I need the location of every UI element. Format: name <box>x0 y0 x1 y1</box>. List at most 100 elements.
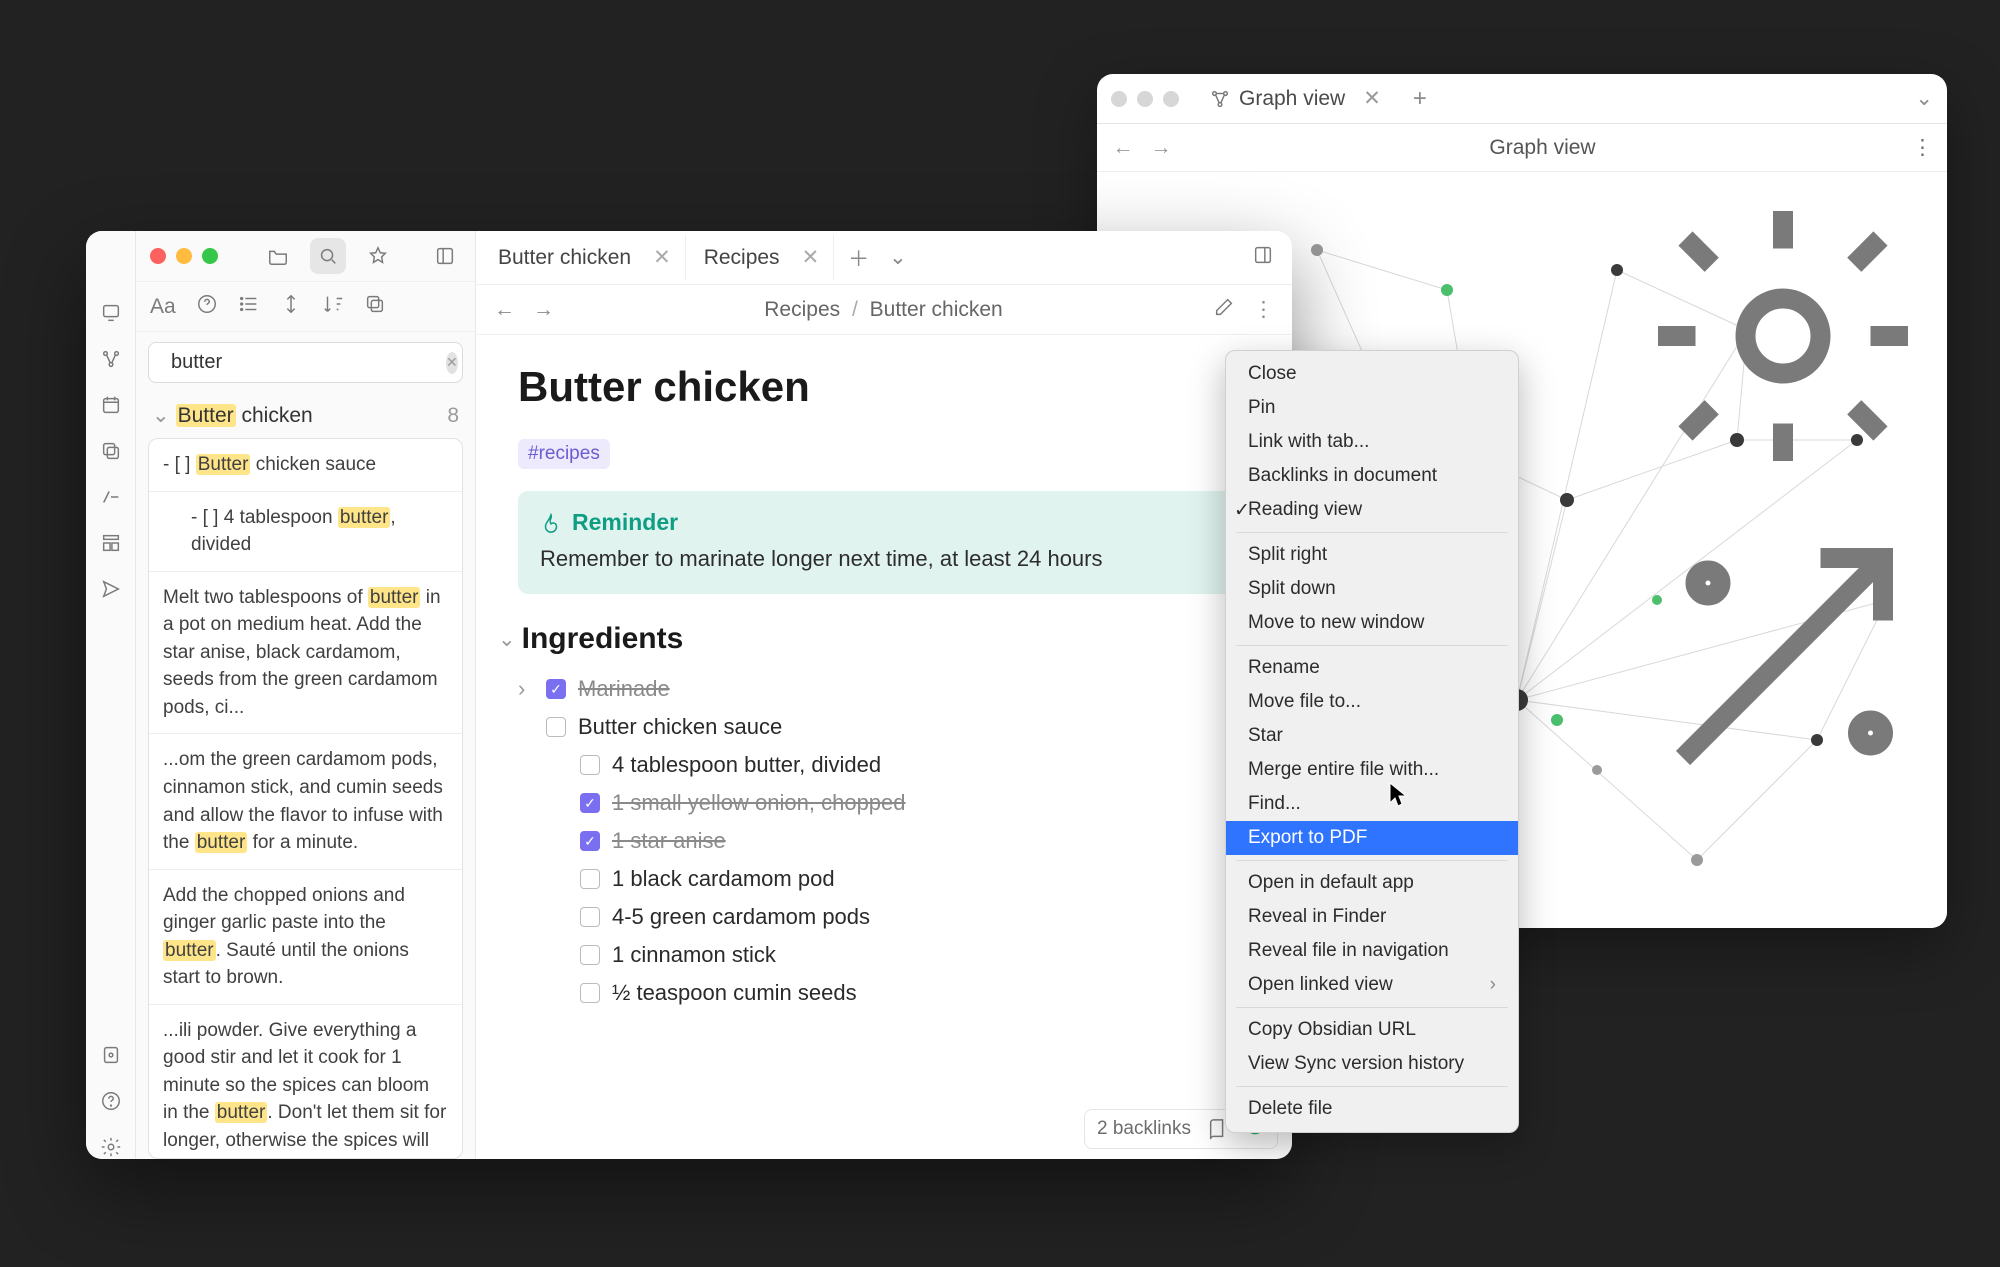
search-input[interactable] <box>171 351 436 374</box>
list-icon[interactable] <box>238 293 260 321</box>
quick-switcher-icon[interactable] <box>99 301 123 325</box>
traffic-zoom-icon[interactable] <box>202 248 218 264</box>
sidebar-top <box>136 231 475 282</box>
task-label: 1 star anise <box>612 828 726 854</box>
menu-item[interactable]: Rename <box>1226 651 1518 685</box>
menu-item[interactable]: View Sync version history <box>1226 1047 1518 1081</box>
template-icon[interactable] <box>99 531 123 555</box>
search-result[interactable]: ...ili powder. Give everything a good st… <box>149 1005 462 1159</box>
close-icon[interactable]: ✕ <box>802 245 820 270</box>
menu-item[interactable]: Delete file <box>1226 1092 1518 1126</box>
search-result[interactable]: Add the chopped onions and ginger garlic… <box>149 870 462 1005</box>
tag-recipes[interactable]: #recipes <box>518 439 610 469</box>
menu-item[interactable]: Reading view <box>1226 493 1518 527</box>
window-controls[interactable] <box>1111 91 1189 107</box>
checkbox[interactable] <box>580 945 600 965</box>
send-icon[interactable] <box>99 577 123 601</box>
more-icon[interactable]: ⋮ <box>1253 297 1274 322</box>
checkbox[interactable] <box>580 907 600 927</box>
vault-icon[interactable] <box>99 1043 123 1067</box>
menu-item[interactable]: Backlinks in document <box>1226 459 1518 493</box>
search-tools: Aa <box>136 282 475 332</box>
window-controls[interactable] <box>148 248 228 264</box>
chevron-down-icon[interactable]: ⌄ <box>498 627 516 652</box>
collapse-sidebar-icon[interactable] <box>427 238 463 274</box>
new-tab-button[interactable]: + <box>1401 81 1439 117</box>
context-menu: ClosePinLink with tab...Backlinks in doc… <box>1225 350 1519 1133</box>
settings-icon[interactable] <box>99 1135 123 1159</box>
tab-butter-chicken[interactable]: Butter chicken ✕ <box>484 235 686 280</box>
menu-item[interactable]: Link with tab... <box>1226 425 1518 459</box>
search-result[interactable]: - [ ] 4 tablespoon butter, divided <box>149 492 462 572</box>
wand-icon[interactable] <box>1633 508 1933 808</box>
copy-results-icon[interactable] <box>364 293 386 321</box>
collapse-icon[interactable] <box>280 293 302 321</box>
menu-item[interactable]: Export to PDF <box>1226 821 1518 855</box>
backlinks-count[interactable]: 2 backlinks <box>1097 1118 1191 1140</box>
menu-item[interactable]: Open in default app <box>1226 866 1518 900</box>
traffic-minimize-icon[interactable] <box>176 248 192 264</box>
menu-item[interactable]: Star <box>1226 719 1518 753</box>
search-result[interactable]: ...om the green cardamom pods, cinnamon … <box>149 734 462 869</box>
task-item: ½ teaspoon cumin seeds <box>518 974 1250 1012</box>
nav-forward-icon[interactable]: → <box>533 298 554 322</box>
menu-item[interactable]: Open linked view› <box>1226 968 1518 1002</box>
search-result[interactable]: Melt two tablespoons of butter in a pot … <box>149 572 462 735</box>
nav-back-icon[interactable]: ← <box>1111 136 1135 160</box>
command-icon[interactable] <box>99 485 123 509</box>
menu-item[interactable]: Copy Obsidian URL <box>1226 1013 1518 1047</box>
checkbox[interactable] <box>546 717 566 737</box>
clear-search-icon[interactable]: ✕ <box>446 352 458 374</box>
traffic-zoom-icon[interactable] <box>1163 91 1179 107</box>
task-item: ›✓Marinade <box>518 670 1250 708</box>
nav-back-icon[interactable]: ← <box>494 298 515 322</box>
menu-item[interactable]: Move to new window <box>1226 606 1518 640</box>
search-button[interactable] <box>310 238 346 274</box>
menu-item[interactable]: Merge entire file with... <box>1226 753 1518 787</box>
copy-icon[interactable] <box>99 439 123 463</box>
star-button[interactable] <box>360 238 396 274</box>
checkbox[interactable]: ✓ <box>580 793 600 813</box>
case-icon[interactable]: Aa <box>150 295 176 319</box>
sort-icon[interactable] <box>322 293 344 321</box>
breadcrumb[interactable]: Recipes / Butter chicken <box>572 298 1195 322</box>
menu-item[interactable]: Reveal in Finder <box>1226 900 1518 934</box>
close-icon[interactable]: ✕ <box>1363 86 1381 111</box>
menu-item[interactable]: Close <box>1226 357 1518 391</box>
new-tab-button[interactable]: ＋ <box>848 243 869 273</box>
nav-forward-icon[interactable]: → <box>1149 136 1173 160</box>
checkbox[interactable]: ✓ <box>580 831 600 851</box>
more-icon[interactable]: ⋮ <box>1912 135 1933 160</box>
help-icon[interactable] <box>99 1089 123 1113</box>
traffic-close-icon[interactable] <box>1111 91 1127 107</box>
menu-item[interactable]: Split right <box>1226 538 1518 572</box>
menu-item[interactable]: Move file to... <box>1226 685 1518 719</box>
checkbox[interactable] <box>580 869 600 889</box>
tab-recipes[interactable]: Recipes ✕ <box>690 235 834 280</box>
traffic-close-icon[interactable] <box>150 248 166 264</box>
expand-sidebar-icon[interactable] <box>1252 244 1274 272</box>
close-icon[interactable]: ✕ <box>653 245 671 270</box>
graph-icon[interactable] <box>99 347 123 371</box>
checkbox[interactable] <box>580 755 600 775</box>
checkbox[interactable]: ✓ <box>546 679 566 699</box>
result-file-header[interactable]: ⌄ Butter chicken 8 <box>136 393 475 438</box>
chevron-down-icon[interactable]: ⌄ <box>889 245 907 270</box>
edit-icon[interactable] <box>1213 296 1235 324</box>
menu-item[interactable]: Find... <box>1226 787 1518 821</box>
task-item: ✓ 1 star anise <box>518 822 1250 860</box>
menu-item[interactable]: Pin <box>1226 391 1518 425</box>
calendar-icon[interactable] <box>99 393 123 417</box>
explain-icon[interactable] <box>196 293 218 321</box>
menu-item[interactable]: Split down <box>1226 572 1518 606</box>
tab-graph-view[interactable]: Graph view ✕ <box>1199 80 1391 117</box>
search-result[interactable]: - [ ] Butter chicken sauce <box>149 439 462 492</box>
menu-item[interactable]: Reveal file in navigation <box>1226 934 1518 968</box>
chevron-right-icon[interactable]: › <box>518 676 534 702</box>
chevron-down-icon[interactable]: ⌄ <box>1915 86 1933 111</box>
checkbox[interactable] <box>580 983 600 1003</box>
cursor-icon <box>1389 782 1409 808</box>
traffic-minimize-icon[interactable] <box>1137 91 1153 107</box>
gear-icon[interactable] <box>1633 186 1933 486</box>
files-button[interactable] <box>260 238 296 274</box>
